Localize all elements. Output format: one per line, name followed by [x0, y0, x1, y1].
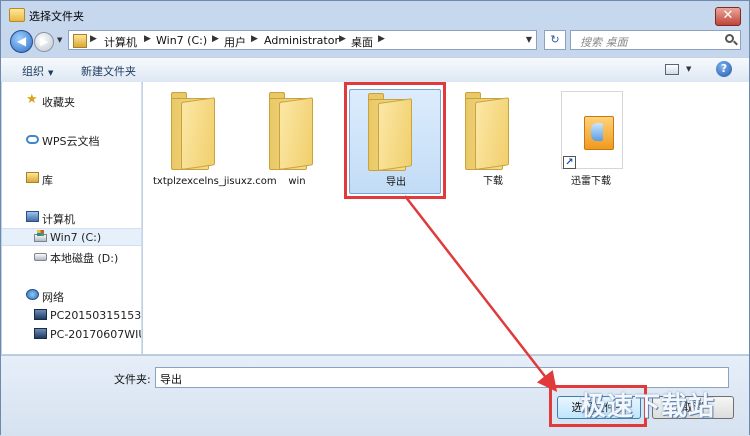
sidebar-item-label: 收藏夹 — [42, 96, 75, 109]
sidebar-item-drive-c[interactable]: Win7 (C:) — [2, 228, 141, 246]
sidebar-item-label: Win7 (C:) — [50, 231, 102, 244]
folder-name: 下载 — [483, 176, 503, 187]
breadcrumb-computer[interactable]: 计算机 — [104, 34, 137, 50]
sidebar-item-label: 本地磁盘 (D:) — [50, 252, 119, 265]
breadcrumb-drive-c[interactable]: Win7 (C:) — [156, 34, 207, 47]
folder-icon — [368, 93, 418, 171]
sidebar-item-label: WPS云文档 — [42, 135, 100, 148]
title-bar: 选择文件夹 ✕ — [1, 1, 749, 28]
cloud-icon — [26, 135, 39, 144]
back-button[interactable]: ◀ — [10, 30, 33, 53]
shortcut-name: 迅雷下载 — [571, 176, 611, 187]
organize-label: 组织 — [22, 65, 44, 78]
host-computer-icon — [34, 309, 47, 320]
folder-name: win — [288, 176, 306, 187]
recent-pages-dropdown[interactable]: ▼ — [57, 36, 62, 44]
folder-icon — [269, 92, 319, 170]
dropdown-arrow-icon: ▼ — [48, 69, 54, 77]
folder-item[interactable]: 下载 — [447, 89, 539, 194]
address-bar[interactable]: ▶ 计算机 ▶ Win7 (C:) ▶ 用户 ▶ Administrator ▶… — [68, 30, 537, 50]
folder-icon — [465, 92, 515, 170]
chevron-right-icon[interactable]: ▶ — [144, 34, 151, 44]
navigation-pane: ★ 收藏夹 WPS云文档 库 计算机 Win7 (C:) 本地磁盘 (D:) 网… — [2, 82, 142, 354]
sidebar-item-favorites[interactable]: ★ 收藏夹 — [2, 92, 141, 110]
file-list: txtplzexcelns_jisuxz.com win 导出 下载 ↗ 迅雷下… — [143, 82, 749, 354]
search-input[interactable]: 搜索 桌面 — [580, 34, 628, 50]
breadcrumb-desktop[interactable]: 桌面 — [351, 34, 373, 50]
new-folder-button[interactable]: 新建文件夹 — [81, 63, 136, 79]
shortcut-arrow-icon: ↗ — [563, 156, 576, 169]
sidebar-item-label: PC-20170607WIUN — [50, 328, 141, 341]
breadcrumb-users[interactable]: 用户 — [224, 34, 246, 50]
host-computer-icon — [34, 328, 47, 339]
sidebar-item-label: 计算机 — [42, 213, 75, 226]
computer-icon — [26, 211, 39, 222]
refresh-button[interactable]: ↻ — [544, 30, 566, 50]
folder-name-input[interactable]: 导出 — [155, 367, 729, 388]
watermark: 极速下载站 — [580, 392, 716, 422]
star-icon: ★ — [26, 92, 38, 107]
network-icon — [26, 289, 39, 300]
library-icon — [26, 172, 39, 183]
chevron-right-icon[interactable]: ▶ — [339, 34, 346, 44]
chevron-right-icon[interactable]: ▶ — [90, 34, 97, 44]
search-icon[interactable] — [725, 34, 734, 43]
drive-d-icon — [34, 253, 47, 261]
location-folder-icon — [73, 34, 87, 48]
chevron-right-icon[interactable]: ▶ — [212, 34, 219, 44]
view-dropdown-icon[interactable]: ▼ — [686, 65, 691, 73]
folder-icon — [9, 8, 25, 22]
select-folder-dialog: 选择文件夹 ✕ ◀ ▶ ▼ ▶ 计算机 ▶ Win7 (C:) ▶ 用户 ▶ A… — [0, 0, 750, 436]
sidebar-item-wps-cloud[interactable]: WPS云文档 — [2, 131, 141, 149]
sidebar-item-label: 网络 — [42, 291, 64, 304]
sidebar-item-computer[interactable]: 计算机 — [2, 209, 141, 227]
chevron-right-icon[interactable]: ▶ — [378, 34, 385, 44]
folder-item[interactable]: win — [251, 89, 343, 194]
folder-name: txtplzexcelns_jisuxz.com — [153, 176, 277, 187]
sidebar-item-host-1[interactable]: PC201503151538 — [2, 307, 141, 325]
sidebar-item-host-2[interactable]: PC-20170607WIUN — [2, 326, 141, 344]
close-button[interactable]: ✕ — [715, 7, 741, 26]
sidebar-item-drive-d[interactable]: 本地磁盘 (D:) — [2, 248, 141, 266]
drive-c-icon — [34, 230, 47, 242]
breadcrumb-administrator[interactable]: Administrator — [264, 34, 339, 47]
sidebar-item-label: PC201503151538 — [50, 309, 141, 322]
search-box[interactable]: 搜索 桌面 — [570, 30, 741, 50]
command-toolbar: 组织 ▼ 新建文件夹 ▼ ? — [1, 57, 749, 83]
chevron-right-icon[interactable]: ▶ — [251, 34, 258, 44]
address-dropdown-icon[interactable]: ▼ — [526, 35, 532, 44]
sidebar-item-network[interactable]: 网络 — [2, 287, 141, 305]
folder-item[interactable]: txtplzexcelns_jisuxz.com — [153, 89, 277, 194]
folder-field-label: 文件夹: — [114, 373, 151, 386]
view-options-icon[interactable] — [665, 64, 679, 75]
help-icon[interactable]: ? — [716, 61, 732, 77]
navigation-bar: ◀ ▶ ▼ ▶ 计算机 ▶ Win7 (C:) ▶ 用户 ▶ Administr… — [1, 29, 749, 53]
shortcut-item[interactable]: ↗ 迅雷下载 — [545, 89, 637, 194]
folder-name: 导出 — [386, 177, 406, 188]
organize-menu[interactable]: 组织 ▼ — [22, 63, 53, 79]
sidebar-item-label: 库 — [42, 174, 53, 187]
sidebar-item-libraries[interactable]: 库 — [2, 170, 141, 188]
folder-icon — [171, 92, 221, 170]
thunder-folder-icon: ↗ — [561, 91, 623, 169]
folder-item-selected[interactable]: 导出 — [349, 89, 441, 194]
forward-button[interactable]: ▶ — [34, 32, 54, 52]
window-title: 选择文件夹 — [29, 10, 84, 23]
